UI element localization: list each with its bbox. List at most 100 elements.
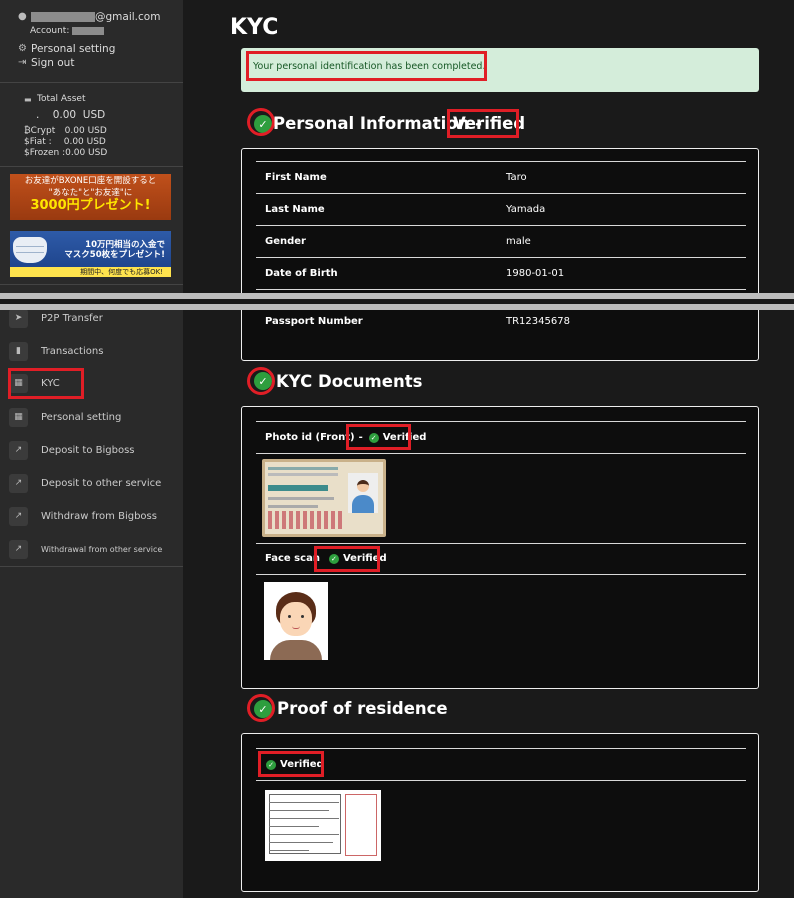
account-label: Account: [30, 26, 70, 36]
sign-out-label: Sign out [31, 57, 75, 69]
banner-text: お友達がBXONE口座を開設すると [24, 176, 157, 186]
portrait-body [352, 495, 374, 513]
nav-label: Withdraw from Bigboss [41, 510, 157, 522]
doc-line [269, 810, 329, 811]
asset-value: 0.00 USD [65, 148, 108, 158]
nav-deposit-other[interactable]: ↗ Deposit to other service [9, 471, 183, 495]
row-divider [256, 289, 746, 290]
row-divider [256, 161, 746, 162]
nav-label: Transactions [41, 345, 104, 357]
sign-out-link[interactable]: ⇥ Sign out [18, 56, 160, 70]
field-label: Passport Number [265, 316, 363, 327]
license-stripe [268, 505, 318, 508]
total-asset-label: Total Asset [37, 94, 86, 104]
row-divider [256, 748, 746, 749]
field-label: Date of Birth [265, 268, 338, 279]
face-scan-verified: ✓ Verified [328, 553, 387, 564]
asset-value: 0.00 USD [63, 137, 106, 147]
verified-check-icon: ✓ [368, 432, 379, 443]
photo-id-label: Photo id (Front) [265, 432, 355, 443]
wallet-icon: ▬ [24, 95, 32, 104]
nav-kyc[interactable]: ▦ KYC [9, 371, 183, 395]
asset-frozen: $ Frozen : 0.00 USD [24, 148, 107, 159]
total-asset-currency: USD [82, 109, 106, 121]
row-divider [256, 574, 746, 575]
chart-icon: ↗ [9, 440, 28, 460]
face-scan-image[interactable] [264, 582, 328, 660]
verified-check-icon: ✓ [266, 759, 276, 770]
license-stripe [268, 467, 338, 470]
residence-document-image[interactable] [265, 790, 381, 861]
asset-label: Frozen : [29, 148, 66, 158]
chart-icon: ↗ [9, 473, 28, 493]
redacted-email [31, 12, 95, 22]
chart-icon: ↗ [9, 539, 28, 559]
doc-line [269, 842, 333, 843]
personal-info-card: First Name Taro Last Name Yamada Gender … [241, 148, 759, 361]
book-icon: ▮ [9, 341, 28, 361]
bitcoin-icon: ₿ [24, 126, 31, 136]
doc-line [269, 850, 309, 851]
account-row: Account: [30, 24, 160, 38]
face-skin [280, 602, 312, 636]
row-divider [256, 453, 746, 454]
row-divider [256, 193, 746, 194]
referral-banner[interactable]: お友達がBXONE口座を開設すると "あなた"と"お友達"に 3000円プレゼン… [10, 174, 171, 220]
asset-fiat: $ Fiat : 0.00 USD [24, 137, 107, 148]
total-asset-amount: 0.00 [52, 109, 77, 121]
photo-id-verified: ✓ Verified [368, 432, 427, 443]
proof-of-residence-title: Proof of residence [277, 699, 448, 718]
mask-campaign-banner[interactable]: 10万円相当の入金で マスク50枚をプレゼント! 期間中、何度でも応募OK! [10, 231, 171, 277]
divider [0, 284, 183, 285]
sign-out-icon: ⇥ [18, 57, 27, 68]
asset-label: Fiat : [29, 137, 52, 147]
divider [0, 166, 183, 167]
photo-id-row: Photo id (Front) - ✓ Verified [265, 432, 426, 443]
nav-transactions[interactable]: ▮ Transactions [9, 339, 183, 363]
personal-setting-link[interactable]: ⚙ Personal setting [18, 42, 160, 56]
verified-check-icon: ✓ [328, 553, 339, 564]
field-value: male [506, 236, 531, 247]
asset-crypt: ₿ Crypt 0.00 USD [24, 126, 107, 137]
face-eye [288, 615, 291, 618]
asset-value: 0.00 USD [64, 126, 107, 136]
asset-panel: ▬ Total Asset . 0.00 USD ₿ Crypt 0.00 US… [24, 94, 107, 159]
row-divider [256, 780, 746, 781]
face-eye [301, 615, 304, 618]
calendar-icon: ▦ [9, 407, 28, 427]
divider [0, 566, 183, 567]
field-value: Taro [506, 172, 527, 183]
residence-verified: ✓ Verified [266, 759, 324, 770]
nav-label: Personal setting [41, 411, 122, 423]
portrait-head [357, 480, 369, 492]
license-stripe [268, 473, 338, 476]
doc-stamp-box [345, 794, 377, 856]
divider [0, 82, 183, 83]
nav-personal-setting[interactable]: ▦ Personal setting [9, 405, 183, 429]
nav-withdrawal-other[interactable]: ↗ Withdrawal from other service [9, 537, 183, 561]
user-icon: ● [18, 11, 27, 22]
row-divider [256, 421, 746, 422]
verified-label: Verified [342, 553, 387, 564]
verified-check-icon: ✓ [254, 700, 272, 718]
redacted-account [72, 27, 105, 35]
nav-label: Deposit to Bigboss [41, 444, 135, 456]
verified-check-icon: ✓ [254, 115, 272, 133]
success-alert: Your personal identification has been co… [241, 48, 759, 92]
doc-line [269, 826, 319, 827]
total-asset-prefix: . [36, 109, 40, 121]
license-portrait [348, 473, 378, 513]
nav-deposit-bigboss[interactable]: ↗ Deposit to Bigboss [9, 438, 183, 462]
total-asset-label-row: ▬ Total Asset [24, 94, 107, 105]
field-label: First Name [265, 172, 327, 183]
residence-status-row: ✓ Verified [266, 759, 324, 770]
photo-id-image[interactable] [262, 459, 386, 537]
doc-line [269, 802, 339, 803]
license-cells [268, 511, 342, 529]
banner-headline: 3000円プレゼント! [30, 198, 151, 213]
doc-line [269, 834, 339, 835]
field-value: 1980-01-01 [506, 268, 565, 279]
verified-label: Verified [382, 432, 427, 443]
nav-withdraw-bigboss[interactable]: ↗ Withdraw from Bigboss [9, 504, 183, 528]
license-stripe [268, 497, 334, 500]
